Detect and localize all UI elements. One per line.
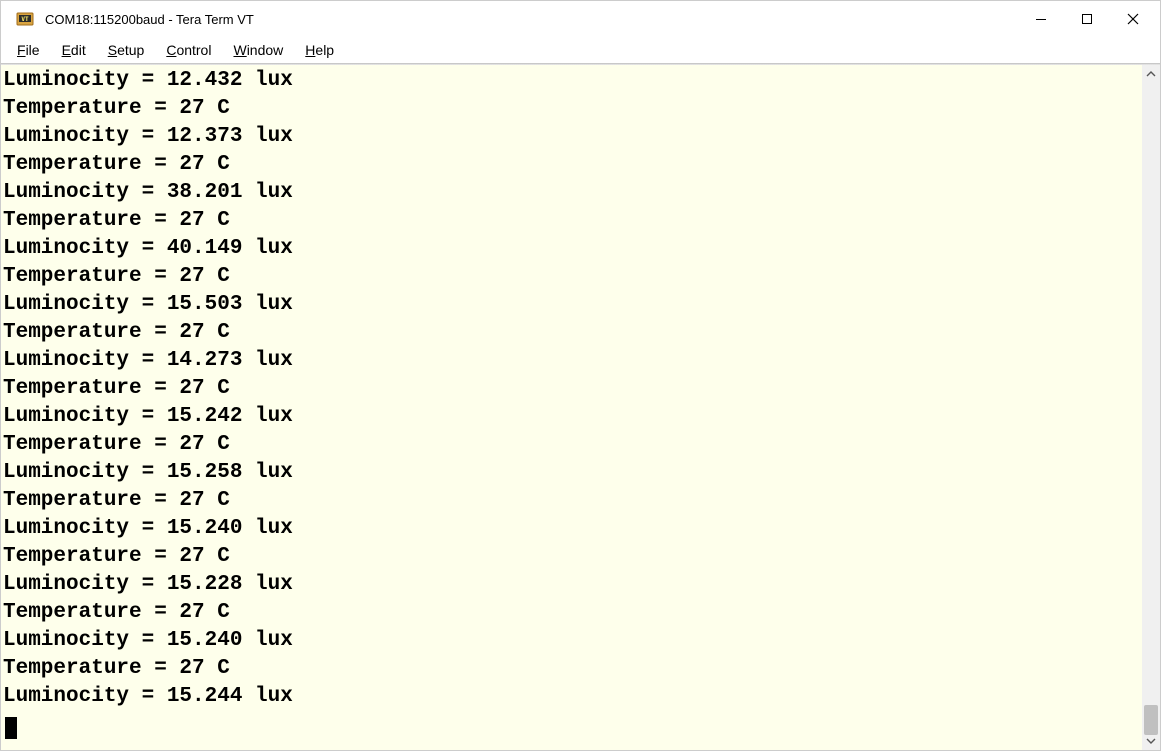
- terminal-line: Luminocity = 15.240 lux: [1, 515, 1142, 543]
- scroll-up-arrow-icon[interactable]: [1142, 65, 1160, 83]
- maximize-button[interactable]: [1064, 1, 1110, 37]
- menu-help[interactable]: Help: [295, 40, 344, 60]
- terminal-line: Luminocity = 12.373 lux: [1, 123, 1142, 151]
- terminal-line: Temperature = 27 C: [1, 151, 1142, 179]
- titlebar: VT COM18:115200baud - Tera Term VT: [1, 1, 1160, 37]
- terminal-line: Luminocity = 38.201 lux: [1, 179, 1142, 207]
- menu-edit[interactable]: Edit: [52, 40, 96, 60]
- terminal-line: Luminocity = 15.240 lux: [1, 627, 1142, 655]
- menu-file[interactable]: File: [7, 40, 50, 60]
- app-window: VT COM18:115200baud - Tera Term VT File …: [0, 0, 1161, 751]
- terminal-line: Temperature = 27 C: [1, 95, 1142, 123]
- terminal-line: Temperature = 27 C: [1, 655, 1142, 683]
- scrollbar-thumb[interactable]: [1144, 705, 1158, 735]
- terminal-line: Temperature = 27 C: [1, 207, 1142, 235]
- app-icon: VT: [15, 9, 35, 29]
- terminal-line: Luminocity = 40.149 lux: [1, 235, 1142, 263]
- terminal-line: Temperature = 27 C: [1, 599, 1142, 627]
- terminal-line: Luminocity = 15.228 lux: [1, 571, 1142, 599]
- terminal-wrap: Luminocity = 12.432 luxTemperature = 27 …: [1, 65, 1160, 750]
- terminal-line: Luminocity = 12.432 lux: [1, 67, 1142, 95]
- menu-setup[interactable]: Setup: [98, 40, 155, 60]
- terminal-line: Temperature = 27 C: [1, 263, 1142, 291]
- window-title: COM18:115200baud - Tera Term VT: [45, 12, 254, 27]
- minimize-button[interactable]: [1018, 1, 1064, 37]
- terminal-line: Luminocity = 14.273 lux: [1, 347, 1142, 375]
- window-controls: [1018, 1, 1156, 37]
- terminal-line: Temperature = 27 C: [1, 319, 1142, 347]
- menubar: File Edit Setup Control Window Help: [1, 37, 1160, 63]
- menu-control[interactable]: Control: [156, 40, 221, 60]
- svg-text:VT: VT: [21, 16, 29, 23]
- terminal-line: Luminocity = 15.503 lux: [1, 291, 1142, 319]
- scroll-down-arrow-icon[interactable]: [1142, 732, 1160, 750]
- vertical-scrollbar[interactable]: [1142, 65, 1160, 750]
- terminal-output[interactable]: Luminocity = 12.432 luxTemperature = 27 …: [1, 65, 1142, 750]
- terminal-line: Luminocity = 15.242 lux: [1, 403, 1142, 431]
- terminal-line: Temperature = 27 C: [1, 487, 1142, 515]
- menu-window[interactable]: Window: [223, 40, 293, 60]
- terminal-line: Luminocity = 15.258 lux: [1, 459, 1142, 487]
- terminal-line: Temperature = 27 C: [1, 543, 1142, 571]
- terminal-cursor-line: [1, 711, 1142, 739]
- terminal-line: Temperature = 27 C: [1, 375, 1142, 403]
- terminal-cursor: [5, 717, 17, 739]
- terminal-line: Temperature = 27 C: [1, 431, 1142, 459]
- terminal-line: Luminocity = 15.244 lux: [1, 683, 1142, 711]
- close-button[interactable]: [1110, 1, 1156, 37]
